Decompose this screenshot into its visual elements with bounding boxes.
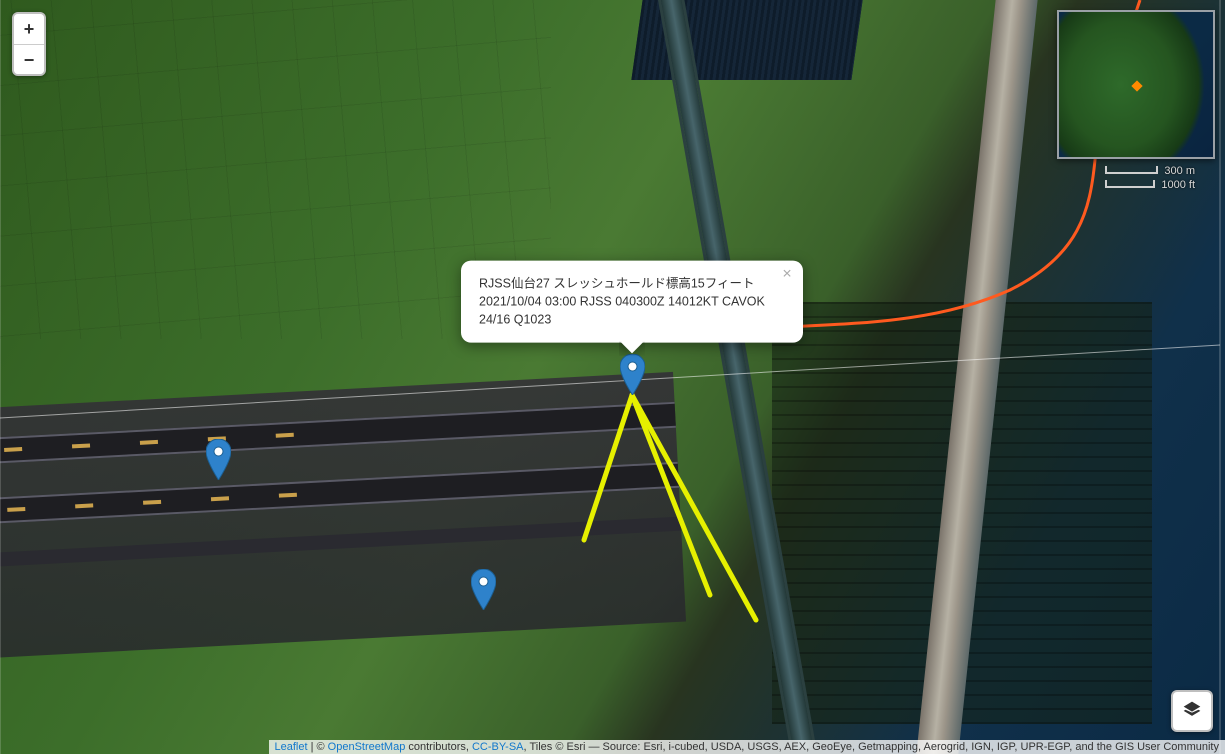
layers-button[interactable] — [1171, 690, 1213, 732]
minimap[interactable] — [1057, 10, 1215, 159]
map-marker-threshold-27[interactable] — [620, 354, 645, 395]
zoom-in-button[interactable]: + — [14, 14, 44, 44]
satellite-base-map[interactable] — [0, 0, 1225, 754]
zoom-out-button[interactable]: − — [14, 44, 44, 74]
popup-line2: 2021/10/04 03:00 RJSS 040300Z 14012KT CA… — [479, 293, 781, 311]
scale-imperial: 1000 ft — [1161, 179, 1195, 191]
close-icon[interactable]: × — [779, 267, 795, 283]
popup-line3: 24/16 Q1023 — [479, 311, 781, 329]
attribution-bar: Leaflet | © OpenStreetMap contributors, … — [269, 740, 1225, 754]
map-marker-apron-south[interactable] — [471, 569, 496, 610]
popup-line1: RJSS仙台27 スレッシュホールド標高15フィート — [479, 275, 781, 293]
map-marker-runway-intersection[interactable] — [206, 439, 231, 480]
layers-icon — [1182, 700, 1202, 723]
scale-metric: 300 m — [1164, 165, 1195, 177]
zoom-control: + − — [12, 12, 46, 76]
osm-link[interactable]: OpenStreetMap — [328, 741, 406, 753]
scale-bar: 300 m 1000 ft — [1105, 165, 1195, 193]
leaflet-link[interactable]: Leaflet — [275, 741, 308, 753]
marker-popup: × RJSS仙台27 スレッシュホールド標高15フィート 2021/10/04 … — [461, 261, 803, 343]
ccbysa-link[interactable]: CC-BY-SA — [472, 741, 524, 753]
